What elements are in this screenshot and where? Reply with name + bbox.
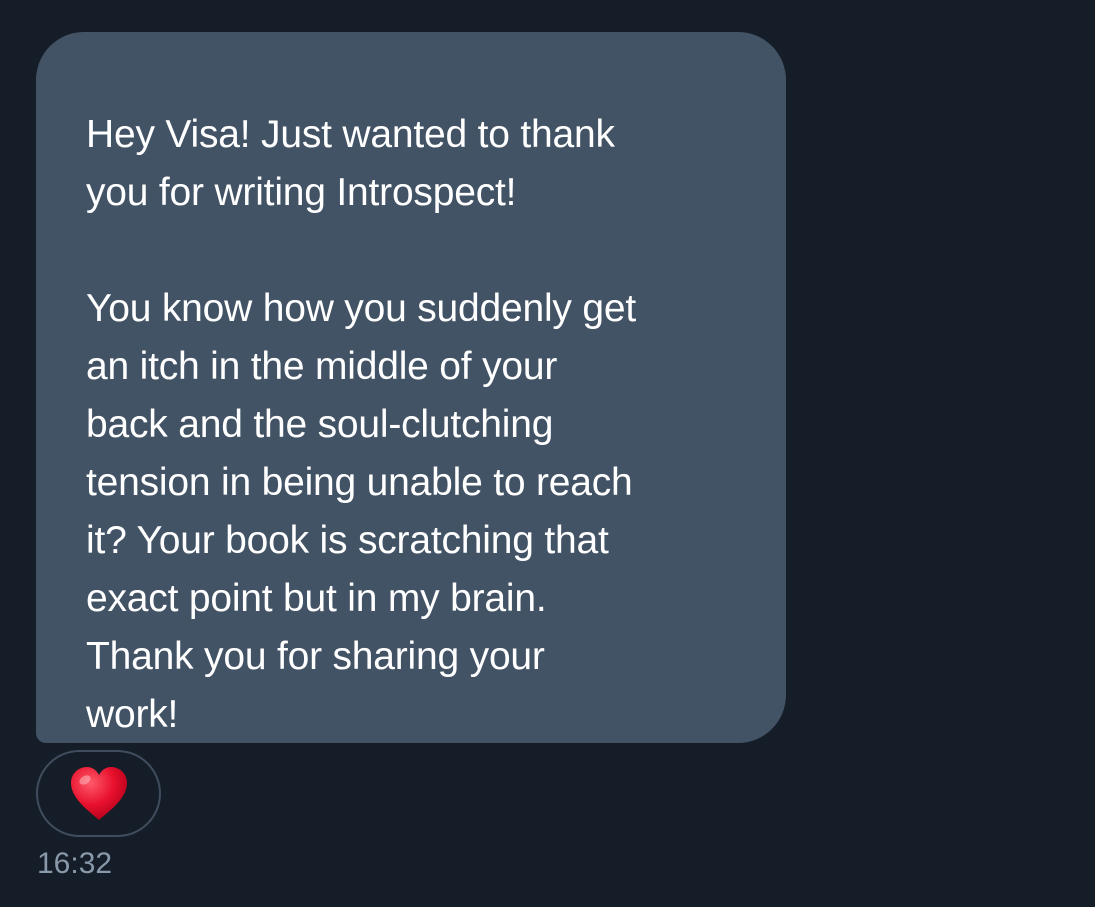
reaction-pill[interactable]	[36, 750, 161, 837]
message-bubble[interactable]: Hey Visa! Just wanted to thank you for w…	[36, 32, 786, 743]
message-text: Hey Visa! Just wanted to thank you for w…	[86, 113, 636, 736]
message-timestamp: 16:32	[37, 847, 113, 880]
red-heart-icon	[70, 766, 127, 820]
